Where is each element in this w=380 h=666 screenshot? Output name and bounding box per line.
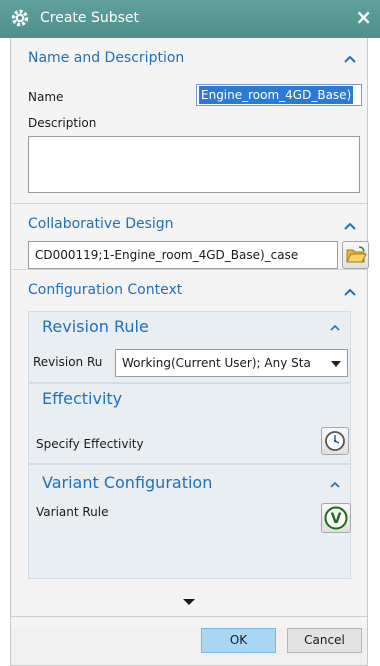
- variant-rule-label: Variant Rule: [36, 505, 109, 519]
- name-label: Name: [28, 90, 64, 104]
- collaborative-design-field[interactable]: CD000119;1-Engine_room_4GD_Base)_case: [28, 241, 338, 269]
- expand-more-icon[interactable]: [183, 599, 195, 607]
- configuration-context-section: Configuration Context Revision Rule Revi…: [11, 270, 367, 628]
- variant-icon-letter: V: [331, 511, 342, 527]
- cancel-button[interactable]: Cancel: [287, 628, 362, 653]
- description-label: Description: [28, 116, 97, 130]
- ok-button[interactable]: OK: [201, 628, 276, 653]
- collaborative-design-section: Collaborative Design CD000119;1-Engine_r…: [11, 204, 369, 270]
- variant-configuration-panel: Variant Configuration Variant Rule V: [28, 464, 351, 579]
- name-description-section: Name and Description Name Engine_room_4G…: [11, 38, 367, 204]
- section-header-name-description[interactable]: Name and Description: [28, 50, 184, 66]
- revision-rule-dropdown[interactable]: Working(Current User); Any Sta: [115, 349, 348, 377]
- collapse-chevron-icon[interactable]: [343, 54, 357, 64]
- window-title: Create Subset: [40, 10, 140, 26]
- subsection-header-revision-rule[interactable]: Revision Rule: [42, 317, 149, 336]
- revision-rule-panel: Revision Rule Revision Ru Working(Curren…: [28, 311, 351, 383]
- chevron-down-icon: [331, 361, 341, 367]
- section-header-configuration-context[interactable]: Configuration Context: [28, 282, 182, 298]
- name-input-value: Engine_room_4GD_Base): [199, 86, 354, 104]
- collapse-chevron-icon[interactable]: [328, 323, 342, 333]
- variant-v-icon: V: [324, 506, 348, 530]
- name-input[interactable]: Engine_room_4GD_Base): [196, 84, 362, 106]
- title-bar: Create Subset ×: [0, 0, 380, 38]
- description-textarea[interactable]: [28, 136, 360, 193]
- variant-rule-button[interactable]: V: [321, 503, 351, 533]
- clock-icon: [325, 431, 345, 451]
- revision-rule-label: Revision Ru: [33, 355, 103, 369]
- specify-effectivity-button[interactable]: [321, 427, 349, 455]
- gear-icon: [11, 9, 29, 27]
- browse-button[interactable]: [342, 241, 369, 269]
- collapse-chevron-icon[interactable]: [343, 221, 357, 231]
- subsection-header-variant-configuration[interactable]: Variant Configuration: [42, 473, 212, 492]
- close-button[interactable]: ×: [355, 5, 372, 29]
- open-folder-icon: [346, 246, 367, 263]
- collapse-chevron-icon[interactable]: [328, 480, 342, 490]
- effectivity-panel: Effectivity Specify Effectivity: [28, 383, 351, 464]
- footer-divider: [11, 616, 367, 617]
- revision-rule-value: Working(Current User); Any Sta: [122, 356, 311, 370]
- section-header-collaborative-design[interactable]: Collaborative Design: [28, 216, 174, 232]
- specify-effectivity-label: Specify Effectivity: [36, 437, 144, 451]
- collapse-chevron-icon[interactable]: [343, 287, 357, 297]
- create-subset-dialog: Name and Description Name Engine_room_4G…: [10, 38, 369, 666]
- subsection-header-effectivity[interactable]: Effectivity: [42, 389, 122, 408]
